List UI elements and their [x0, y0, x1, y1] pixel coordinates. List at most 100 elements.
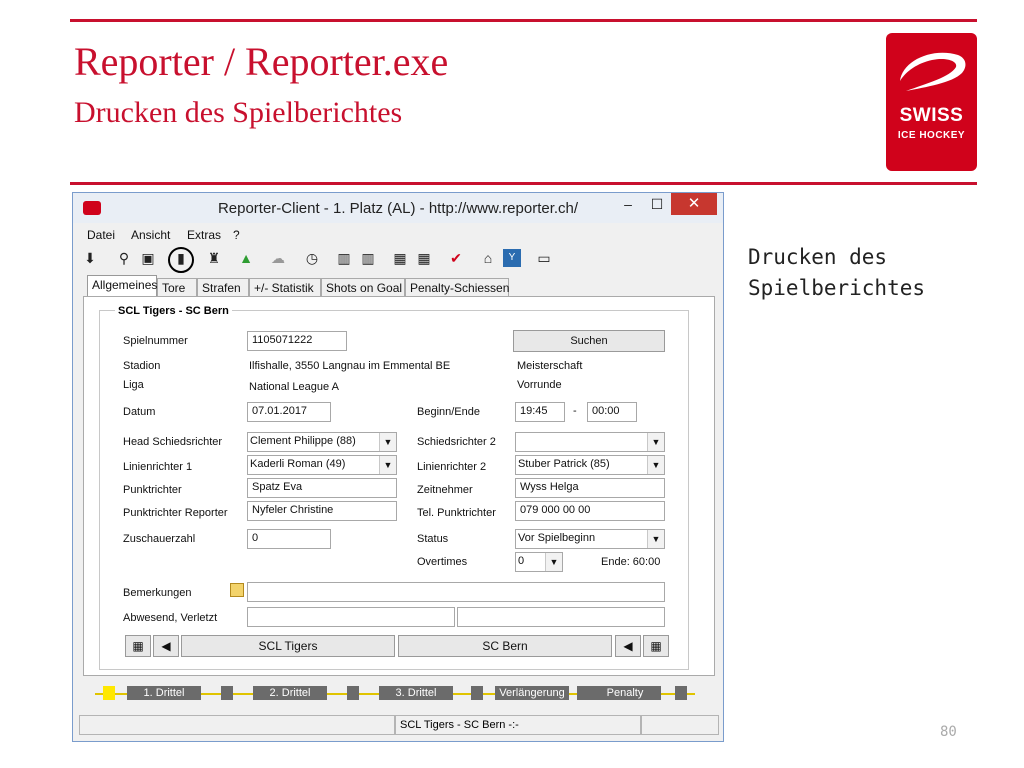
lineup-icon[interactable]: ▥: [335, 249, 353, 267]
save-icon[interactable]: ▣: [139, 249, 157, 267]
chevron-down-icon: ▼: [647, 456, 664, 474]
period-1[interactable]: 1. Drittel: [127, 686, 201, 700]
suchen-button[interactable]: Suchen: [513, 330, 665, 352]
lr2-label: Linienrichter 2: [417, 461, 487, 473]
period-marker: [347, 686, 359, 700]
status-match: SCL Tigers - SC Bern -:-: [395, 715, 641, 735]
menu-help[interactable]: ?: [233, 228, 240, 242]
punktrichter-input[interactable]: Spatz Eva: [247, 478, 397, 498]
lr1-value: Kaderli Roman (49): [250, 458, 346, 470]
lr2-select[interactable]: Stuber Patrick (85) ▼: [515, 455, 665, 475]
home-icon[interactable]: ⌂: [479, 249, 497, 267]
datum-input[interactable]: 07.01.2017: [247, 402, 331, 422]
logo-line2: ICE HOCKEY: [897, 130, 966, 141]
top-rule: [70, 19, 977, 22]
timer-icon[interactable]: ◷: [303, 249, 321, 267]
page-number: 80: [940, 724, 957, 740]
swoosh-icon: [900, 52, 966, 91]
tab-tore[interactable]: Tore: [157, 278, 197, 296]
cloud-icon[interactable]: ☁: [269, 249, 287, 267]
slide-subtitle: Drucken des Spielberichtes: [74, 96, 403, 129]
menu-datei[interactable]: Datei: [87, 228, 115, 242]
close-button[interactable]: ✕: [671, 193, 717, 215]
home-team-button[interactable]: SCL Tigers: [181, 635, 395, 657]
check-icon[interactable]: ✔: [447, 249, 465, 267]
status-select[interactable]: Vor Spielbeginn ▼: [515, 529, 665, 549]
period-penalty[interactable]: Penalty: [589, 686, 661, 700]
time-dash: -: [573, 405, 577, 417]
overtimes-label: Overtimes: [417, 556, 468, 568]
head-sr-value: Clement Philippe (88): [250, 435, 356, 447]
period-marker: [221, 686, 233, 700]
status-label: Status: [417, 533, 449, 545]
abwesend-label: Abwesend, Verletzt: [123, 612, 218, 624]
home-sound-button[interactable]: ◀: [153, 635, 179, 657]
head-sr-select[interactable]: Clement Philippe (88) ▼: [247, 432, 397, 452]
chevron-down-icon: ▼: [379, 456, 396, 474]
pr-reporter-label: Punktrichter Reporter: [123, 507, 228, 519]
zuschauer-input[interactable]: 0: [247, 529, 331, 549]
pr-reporter-input[interactable]: Nyfeler Christine: [247, 501, 397, 521]
abwesend-away-input[interactable]: [457, 607, 665, 627]
lineup2-icon[interactable]: ▥: [359, 249, 377, 267]
calendar-icon: ▦: [132, 639, 144, 653]
speaker-icon: ◀: [623, 639, 633, 653]
status-value: Vor Spielbeginn: [518, 532, 596, 544]
tab-allgemeines[interactable]: Allgemeines: [87, 275, 157, 297]
print-highlight-circle: [168, 247, 194, 273]
chevron-down-icon: ▼: [379, 433, 396, 451]
head-sr-label: Head Schiedsrichter: [123, 436, 223, 448]
chevron-down-icon: ▼: [647, 433, 664, 451]
referee-icon[interactable]: ♜: [205, 249, 223, 267]
title-bar[interactable]: Reporter-Client - 1. Platz (AL) - http:/…: [73, 193, 723, 223]
menu-ansicht[interactable]: Ansicht: [131, 228, 170, 242]
youtube-icon[interactable]: Y: [503, 249, 521, 267]
tel-input[interactable]: 079 000 00 00: [515, 501, 665, 521]
sr2-select[interactable]: ▼: [515, 432, 665, 452]
slide-title: Reporter / Reporter.exe: [74, 39, 449, 84]
ende-input[interactable]: 00:00: [587, 402, 637, 422]
period-marker: [471, 686, 483, 700]
period-3[interactable]: 3. Drittel: [379, 686, 453, 700]
abwesend-home-input[interactable]: [247, 607, 455, 627]
spielnummer-input[interactable]: 1105071222: [247, 331, 347, 351]
tab-penalty-schiessen[interactable]: Penalty-Schiessen: [405, 278, 509, 296]
meisterschaft-value: Meisterschaft: [517, 360, 583, 372]
lr2-value: Stuber Patrick (85): [518, 458, 610, 470]
away-team-button[interactable]: SC Bern: [398, 635, 612, 657]
menu-extras[interactable]: Extras: [187, 228, 221, 242]
liga-value: National League A: [249, 381, 339, 393]
tv-icon[interactable]: ▭: [535, 249, 553, 267]
reporter-window: Reporter-Client - 1. Platz (AL) - http:/…: [72, 192, 724, 742]
tab-statistik[interactable]: +/- Statistik: [249, 278, 321, 296]
tab-shots-on-goal[interactable]: Shots on Goal: [321, 278, 405, 296]
search-icon[interactable]: ⚲: [115, 249, 133, 267]
zeitnehmer-input[interactable]: Wyss Helga: [515, 478, 665, 498]
chevron-down-icon: ▼: [647, 530, 664, 548]
header-rule: [70, 182, 977, 185]
vorrunde-value: Vorrunde: [517, 379, 562, 391]
download-icon[interactable]: ⬇: [81, 249, 99, 267]
upload-icon[interactable]: ▲: [237, 249, 255, 267]
period-2[interactable]: 2. Drittel: [253, 686, 327, 700]
away-sound-button[interactable]: ◀: [615, 635, 641, 657]
beginn-input[interactable]: 19:45: [515, 402, 565, 422]
lr1-select[interactable]: Kaderli Roman (49) ▼: [247, 455, 397, 475]
maximize-button[interactable]: ☐: [643, 193, 671, 215]
tab-strafen[interactable]: Strafen: [197, 278, 249, 296]
period-overtime[interactable]: Verlängerung: [495, 686, 569, 700]
group-title: SCL Tigers - SC Bern: [115, 305, 232, 317]
team-icon[interactable]: ▦: [391, 249, 409, 267]
bemerkungen-input[interactable]: [247, 582, 665, 602]
liga-label: Liga: [123, 379, 144, 391]
team2-icon[interactable]: ▦: [415, 249, 433, 267]
chevron-down-icon: ▼: [545, 553, 562, 571]
period-marker: [577, 686, 589, 700]
edit-note-icon[interactable]: [230, 583, 244, 597]
overtimes-value: 0: [518, 555, 525, 567]
overtimes-select[interactable]: 0 ▼: [515, 552, 563, 572]
away-lineup-button[interactable]: ▦: [643, 635, 669, 657]
period-marker-current: [103, 686, 115, 700]
minimize-button[interactable]: –: [613, 193, 643, 215]
home-lineup-button[interactable]: ▦: [125, 635, 151, 657]
